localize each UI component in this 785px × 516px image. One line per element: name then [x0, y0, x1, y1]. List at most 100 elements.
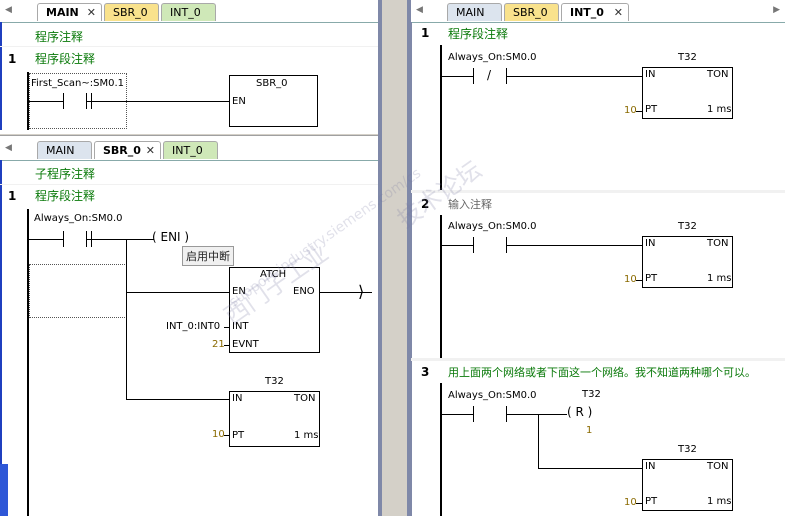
wire	[126, 292, 229, 293]
eno-pin: ENO	[293, 286, 315, 297]
wire	[224, 345, 229, 346]
time-base: 1 ms	[707, 104, 732, 115]
wire	[29, 239, 63, 240]
tab-sbr[interactable]: SBR_0 ✕	[94, 141, 161, 159]
network-number: 3	[421, 365, 430, 379]
wire	[507, 414, 567, 415]
tab-main[interactable]: MAIN ✕	[37, 3, 102, 21]
tab-scroll-left-icon[interactable]: ◀	[416, 5, 423, 15]
network-number: 1	[421, 26, 430, 40]
eni-coil[interactable]: ( ENI )	[152, 230, 189, 244]
network-comment: 程序段注释	[35, 52, 96, 66]
normally-open-contact[interactable]	[473, 237, 507, 253]
ton-timer-box[interactable]: IN TON PT 1 ms	[642, 459, 733, 511]
coil-operand: T32	[582, 389, 601, 400]
close-icon[interactable]: ✕	[87, 4, 96, 22]
tab-main-label: MAIN	[456, 6, 485, 19]
tab-main[interactable]: MAIN	[37, 141, 92, 159]
close-icon[interactable]: ✕	[146, 142, 155, 160]
pt-value: 10	[624, 105, 637, 116]
pane-splitter[interactable]	[0, 134, 378, 136]
wire-end-icon: ⟩	[358, 282, 365, 301]
tab-int-label: INT_0	[570, 6, 604, 19]
contact-label: First_Scan~:SM0.1	[31, 78, 124, 89]
int-tabbar: ◀ ▶ MAIN SBR_0 INT_0 ✕	[411, 0, 785, 23]
wire	[636, 111, 642, 112]
ton-timer-box[interactable]: IN TON PT 1 ms	[642, 67, 733, 119]
left-gutter	[411, 22, 412, 516]
divider	[0, 184, 378, 185]
wire	[507, 76, 642, 77]
ton-label: TON	[707, 461, 729, 472]
wire	[224, 327, 229, 328]
wire	[442, 76, 473, 77]
timer-name: T32	[678, 444, 697, 455]
timer-name: T32	[678, 221, 697, 232]
tab-scroll-left-icon[interactable]: ◀	[5, 5, 12, 15]
pt-value: 10	[212, 429, 225, 440]
en-pin: EN	[232, 96, 246, 107]
contact-label: Always_On:SM0.0	[448, 390, 537, 401]
branch-wire	[538, 414, 539, 468]
wire	[442, 414, 473, 415]
pt-value: 10	[624, 497, 637, 508]
network-number: 2	[421, 197, 430, 211]
network-number: 1	[8, 52, 17, 66]
tab-sbr-label: SBR_0	[113, 6, 148, 19]
normally-open-contact[interactable]	[63, 231, 87, 247]
ton-label: TON	[294, 393, 316, 404]
ton-label: TON	[707, 69, 729, 80]
network-divider	[411, 190, 785, 193]
tab-int[interactable]: INT_0	[161, 3, 216, 21]
evnt-value: 21	[212, 339, 225, 350]
pt-value: 10	[624, 274, 637, 285]
sbr-tabbar: ◀ MAIN SBR_0 ✕ INT_0	[0, 138, 378, 161]
time-base: 1 ms	[294, 430, 319, 441]
wire	[29, 101, 63, 102]
int-pin: INT	[232, 321, 249, 332]
ton-timer-box[interactable]: IN TON PT 1 ms	[229, 391, 320, 447]
int-editor-pane: ◀ ▶ MAIN SBR_0 INT_0 ✕ 1 程序段注释 Always_On:…	[411, 0, 785, 516]
in-pin: IN	[645, 69, 656, 80]
divider	[0, 46, 378, 47]
tab-scroll-right-icon[interactable]: ▶	[773, 5, 780, 15]
atch-box[interactable]: ATCH EN ENO INT EVNT	[229, 267, 320, 353]
power-rail	[27, 209, 29, 516]
atch-title: ATCH	[260, 269, 287, 280]
pt-pin: PT	[645, 273, 658, 284]
subroutine-comment: 子程序注释	[35, 167, 96, 181]
main-tabbar: ◀ MAIN ✕ SBR_0 INT_0	[0, 0, 378, 23]
ton-timer-box[interactable]: IN TON PT 1 ms	[642, 236, 733, 288]
wire	[507, 245, 642, 246]
ton-label: TON	[707, 238, 729, 249]
tab-main-label: MAIN	[46, 144, 75, 157]
tab-main[interactable]: MAIN	[447, 3, 502, 21]
left-gutter	[0, 22, 2, 130]
in-pin: IN	[645, 461, 656, 472]
power-rail	[440, 215, 442, 358]
vertical-splitter[interactable]	[378, 0, 411, 516]
wire	[442, 245, 473, 246]
pt-pin: PT	[645, 496, 658, 507]
reset-coil[interactable]: ( R )	[567, 405, 592, 419]
time-base: 1 ms	[707, 273, 732, 284]
box-title: SBR_0	[256, 78, 288, 89]
close-icon[interactable]: ✕	[614, 4, 623, 22]
sbr-call-box[interactable]: SBR_0 EN	[229, 75, 318, 127]
scroll-indicator	[0, 464, 8, 516]
normally-open-contact[interactable]	[473, 406, 507, 422]
tab-main-label: MAIN	[46, 6, 79, 19]
contact-label: Always_On:SM0.0	[34, 213, 123, 224]
en-pin: EN	[232, 286, 246, 297]
tab-scroll-left-icon[interactable]: ◀	[5, 143, 12, 153]
eni-label: ENI	[160, 230, 181, 244]
tab-sbr[interactable]: SBR_0	[104, 3, 159, 21]
tab-int-label: INT_0	[170, 6, 201, 19]
tab-int[interactable]: INT_0 ✕	[561, 3, 629, 21]
tab-int-label: INT_0	[172, 144, 203, 157]
normally-open-contact[interactable]	[63, 93, 87, 109]
sbr-editor-pane: ◀ MAIN SBR_0 ✕ INT_0 子程序注释 1 程序段注释 Always…	[0, 134, 378, 516]
tab-int[interactable]: INT_0	[163, 141, 218, 159]
tab-sbr[interactable]: SBR_0	[504, 3, 559, 21]
left-gutter	[0, 160, 2, 516]
